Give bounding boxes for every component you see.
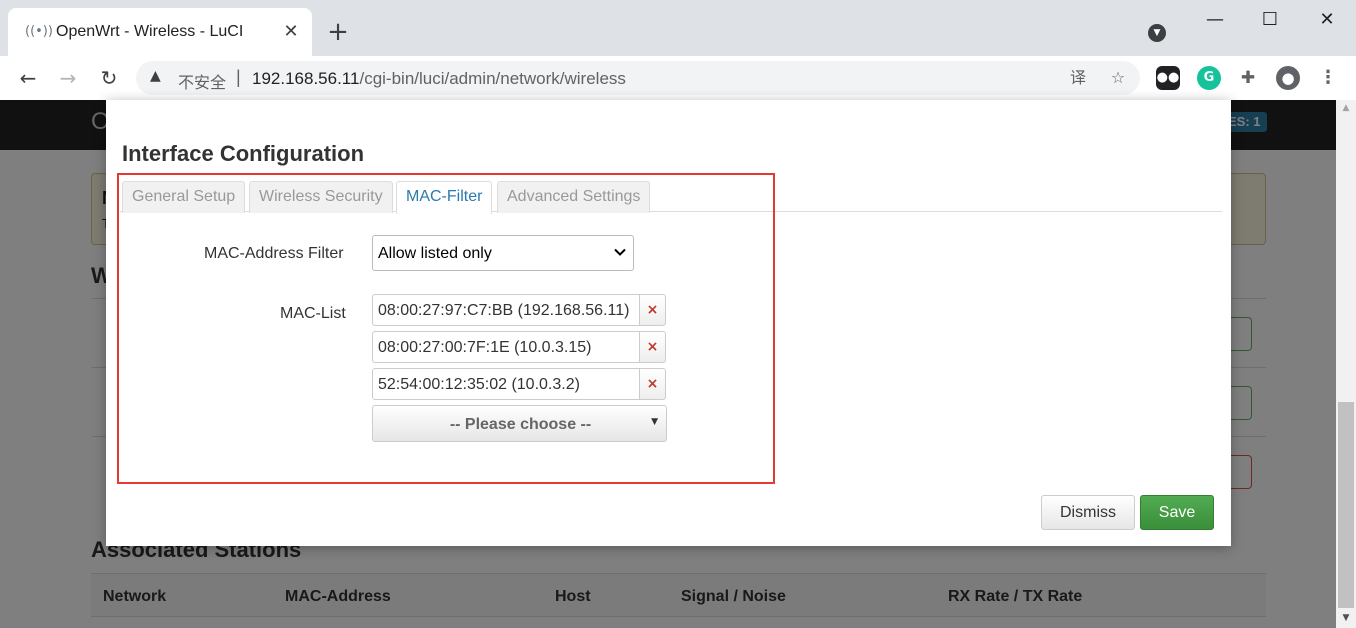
extension-icon[interactable]: ●● <box>1156 66 1180 90</box>
browser-toolbar: ← → ↻ ▲ 不安全 | 192.168.56.11/cgi-bin/luci… <box>0 56 1356 100</box>
scroll-up-icon[interactable]: ▲ <box>1340 102 1352 114</box>
scroll-down-icon[interactable]: ▼ <box>1340 612 1352 624</box>
wireless-signal-icon: ((•)) <box>25 24 53 39</box>
forward-button[interactable]: → <box>54 64 82 92</box>
mac-address-filter-label: MAC-Address Filter <box>204 245 344 262</box>
interface-configuration-modal: Interface Configuration General Setup Wi… <box>106 100 1231 546</box>
url-separator: | <box>236 67 241 87</box>
mac-entry-field[interactable]: 08:00:27:00:7F:1E (10.0.3.15) <box>372 331 640 363</box>
remove-entry-button[interactable]: × <box>639 368 666 400</box>
mac-list-label: MAC-List <box>280 305 346 322</box>
mac-entry-field[interactable]: 52:54:00:12:35:02 (10.0.3.2) <box>372 368 640 400</box>
chevron-down-icon <box>614 248 626 256</box>
address-bar[interactable]: ▲ 不安全 | 192.168.56.11/cgi-bin/luci/admin… <box>136 61 1140 95</box>
translate-icon[interactable]: 译 <box>1067 67 1089 89</box>
grammarly-icon[interactable]: G <box>1197 66 1221 90</box>
modal-title: Interface Configuration <box>122 141 365 166</box>
profile-icon[interactable]: ● <box>1276 66 1300 90</box>
choose-placeholder: -- Please choose -- <box>449 416 592 433</box>
new-tab-button[interactable]: + <box>325 19 351 45</box>
puzzle-icon[interactable]: ✚ <box>1236 66 1260 90</box>
browser-tabstrip: ((•)) OpenWrt - Wireless - LuCI ✕ + ▼ — … <box>0 0 1356 56</box>
warning-icon[interactable]: ▲ <box>150 68 161 84</box>
scroll-thumb[interactable] <box>1338 402 1354 608</box>
maximize-button[interactable]: ☐ <box>1255 8 1285 32</box>
selected-option: Allow listed only <box>378 245 492 262</box>
mac-entry-text: 08:00:27:97:C7:BB (192.168.56.11) <box>378 302 630 319</box>
reload-button[interactable]: ↻ <box>95 64 123 92</box>
close-icon: × <box>646 302 659 318</box>
tab-general-setup[interactable]: General Setup <box>122 181 246 213</box>
dismiss-button[interactable]: Dismiss <box>1041 495 1135 530</box>
star-icon[interactable]: ☆ <box>1107 67 1129 89</box>
mac-address-filter-select[interactable]: Allow listed only <box>372 235 634 271</box>
tab-search-icon[interactable]: ▼ <box>1148 24 1166 42</box>
caret-down-icon: ▼ <box>651 417 658 427</box>
browser-tab[interactable]: ((•)) OpenWrt - Wireless - LuCI ✕ <box>8 8 312 56</box>
page-scrollbar[interactable]: ▲ ▼ <box>1336 100 1356 628</box>
minimize-button[interactable]: — <box>1200 8 1230 32</box>
tab-mac-filter[interactable]: MAC-Filter <box>396 181 493 214</box>
tab-advanced-settings[interactable]: Advanced Settings <box>497 181 651 213</box>
save-button[interactable]: Save <box>1140 495 1214 530</box>
back-button[interactable]: ← <box>14 64 42 92</box>
mac-entry-text: 52:54:00:12:35:02 (10.0.3.2) <box>378 376 580 393</box>
tab-bar: General Setup Wireless Security MAC-Filt… <box>120 180 1222 214</box>
close-icon: × <box>646 339 659 355</box>
insecure-label[interactable]: 不安全 <box>178 69 226 93</box>
close-window-button[interactable]: ✕ <box>1312 8 1342 32</box>
mac-entry-field[interactable]: 08:00:27:97:C7:BB (192.168.56.11) <box>372 294 640 326</box>
remove-entry-button[interactable]: × <box>639 294 666 326</box>
remove-entry-button[interactable]: × <box>639 331 666 363</box>
mac-entry-text: 08:00:27:00:7F:1E (10.0.3.15) <box>378 339 592 356</box>
mac-choose-dropdown[interactable]: -- Please choose -- ▼ <box>372 405 667 442</box>
tab-title: OpenWrt - Wireless - LuCI <box>56 23 244 40</box>
url-text[interactable]: 192.168.56.11/cgi-bin/luci/admin/network… <box>252 69 626 89</box>
close-icon: × <box>646 376 659 392</box>
tab-wireless-security[interactable]: Wireless Security <box>249 181 393 213</box>
menu-icon[interactable]: ⋮ <box>1316 66 1340 90</box>
close-tab-icon[interactable]: ✕ <box>280 21 302 43</box>
